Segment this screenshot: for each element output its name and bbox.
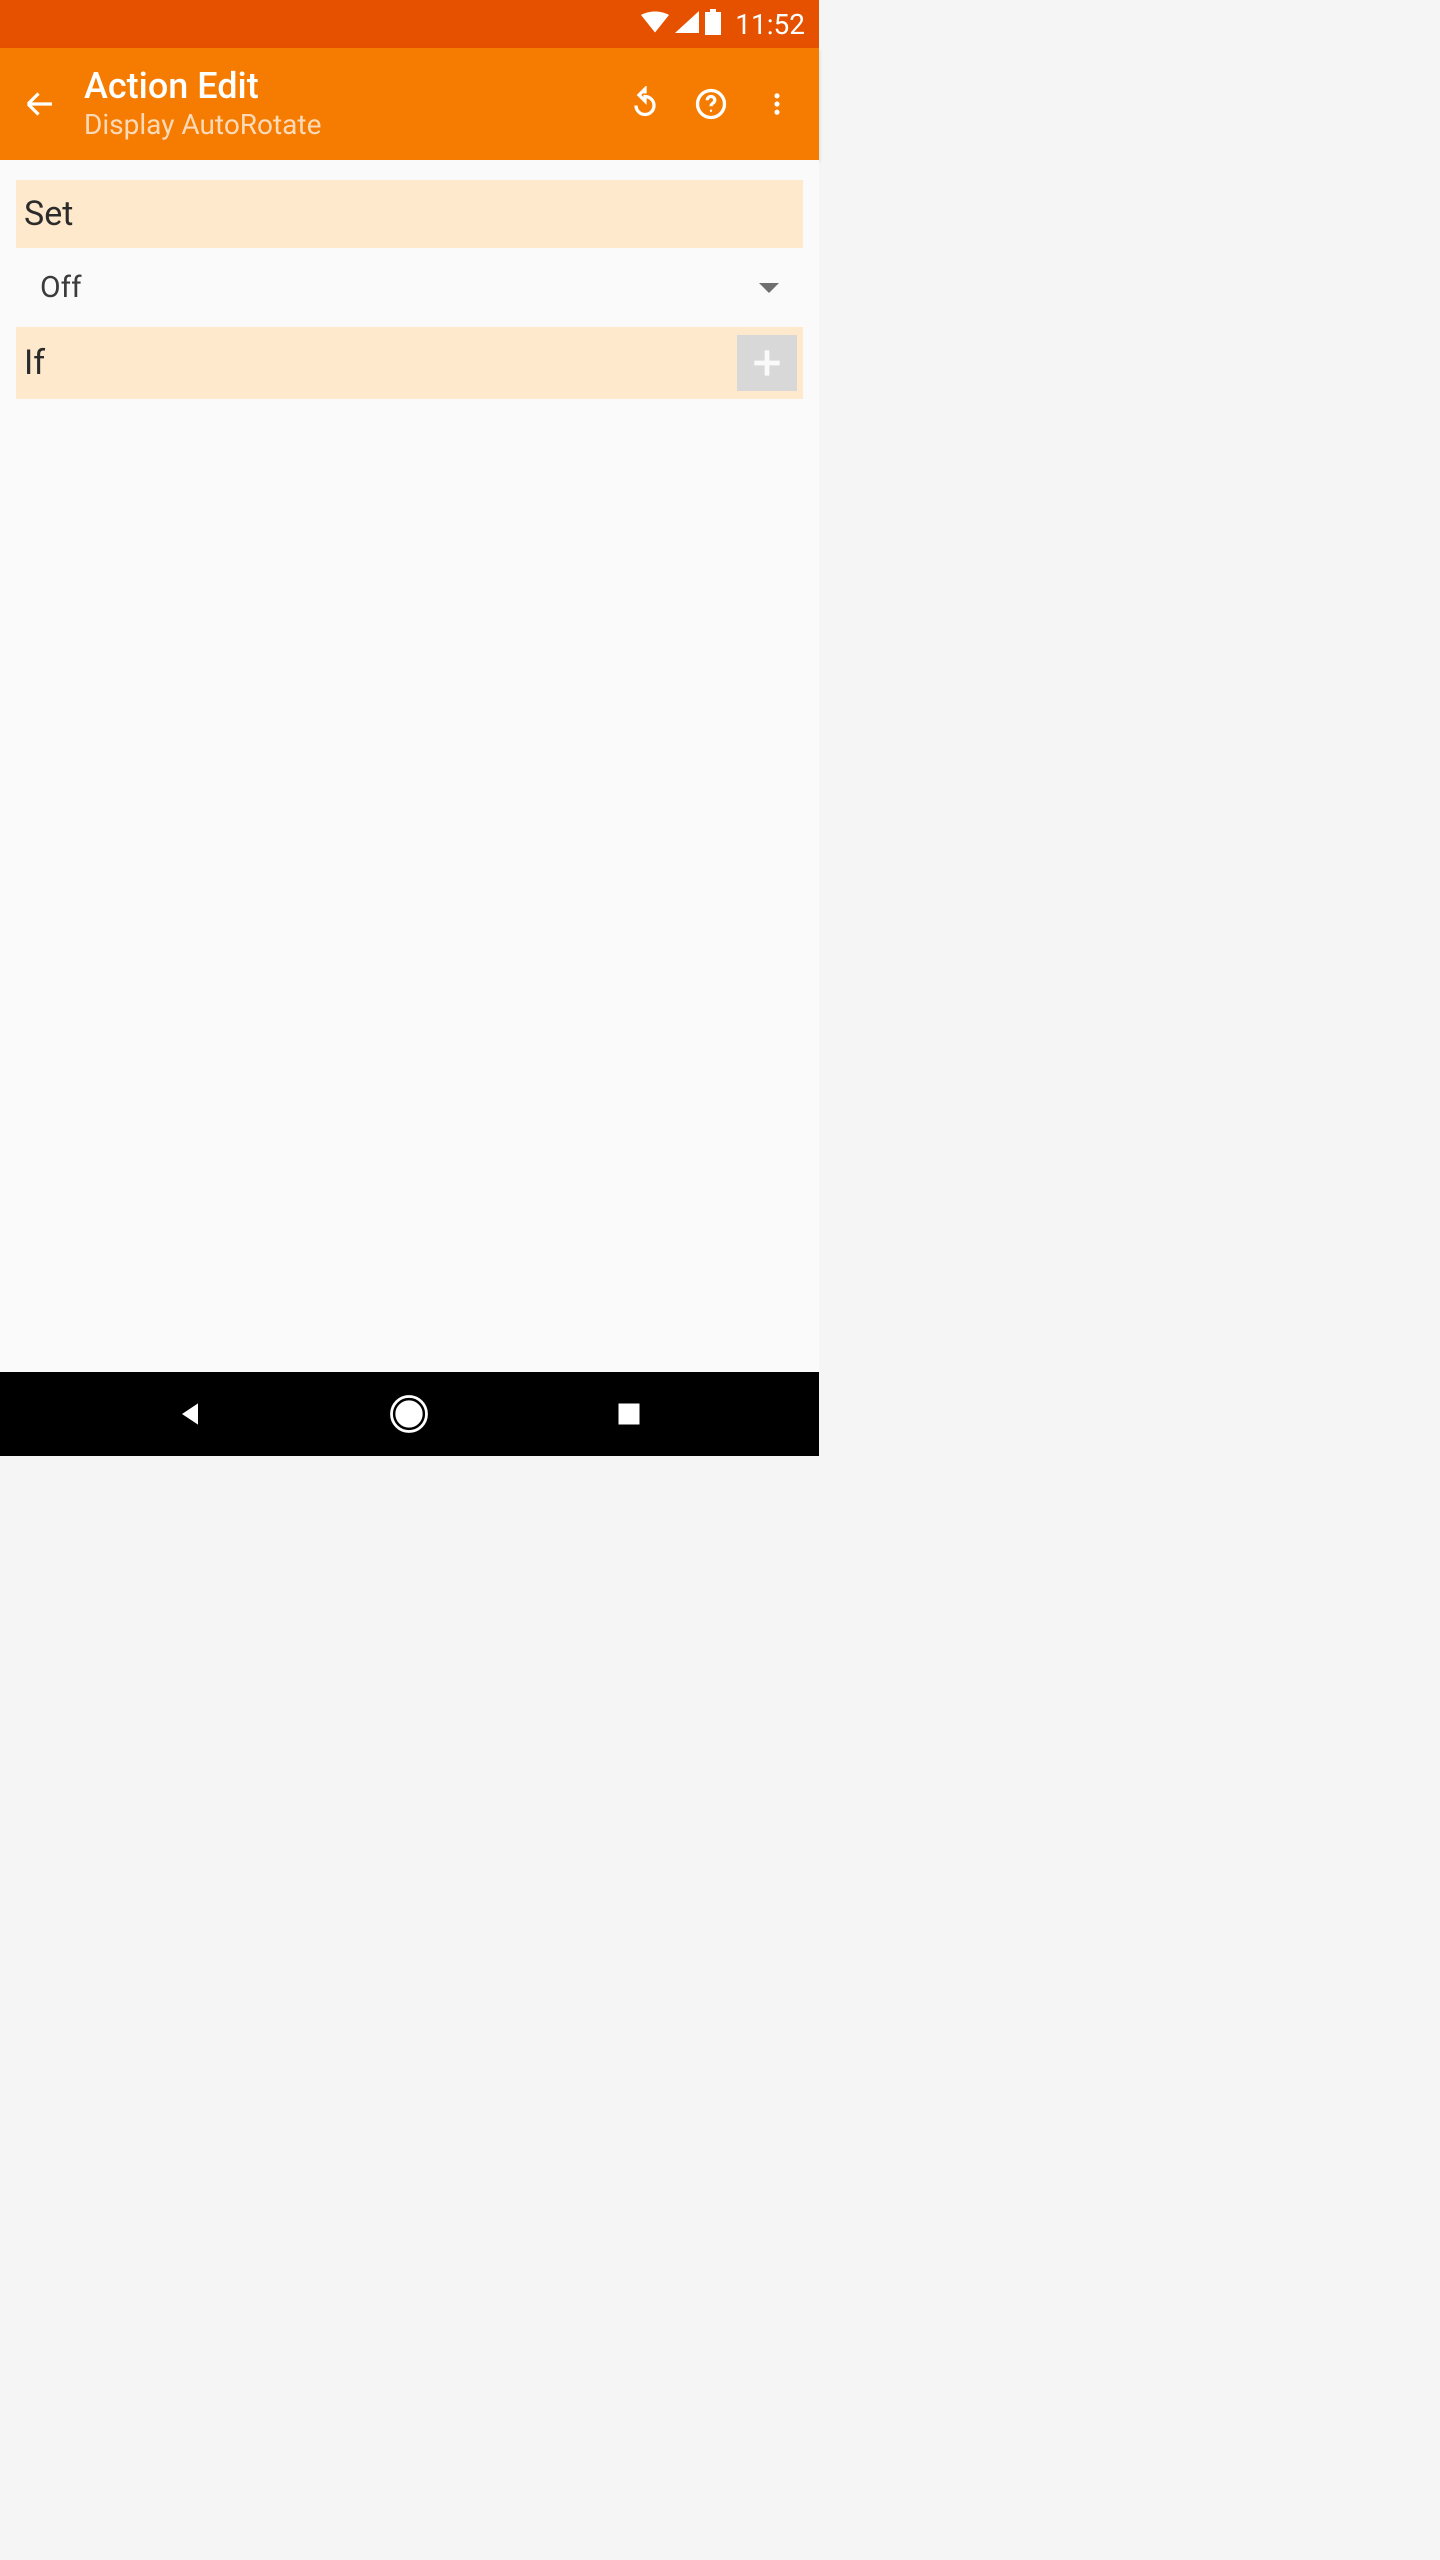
section-set-label: Set [24,194,73,234]
content-area: Set Off If [0,160,819,1372]
status-bar: 11:52 [0,0,819,48]
chevron-down-icon [759,283,779,293]
section-if-label: If [24,343,45,383]
add-condition-button[interactable] [737,335,797,391]
appbar-title: Action Edit [84,67,623,107]
set-dropdown[interactable]: Off [16,248,803,327]
nav-home-button[interactable] [369,1374,449,1454]
help-button[interactable] [689,82,733,126]
navigation-bar [0,1372,819,1456]
back-button[interactable] [16,80,64,128]
undo-button[interactable] [623,82,667,126]
appbar-subtitle: Display AutoRotate [84,108,623,141]
battery-icon [705,9,721,39]
app-bar: Action Edit Display AutoRotate [0,48,819,160]
wifi-icon [641,11,669,37]
section-header-set: Set [16,180,803,248]
nav-recent-button[interactable] [589,1374,669,1454]
nav-back-button[interactable] [150,1374,230,1454]
overflow-menu-button[interactable] [755,82,799,126]
cellular-icon [675,11,699,37]
appbar-actions [623,82,803,126]
clock-time: 11:52 [735,8,805,41]
appbar-titles: Action Edit Display AutoRotate [84,67,623,142]
set-dropdown-value: Off [40,270,82,305]
section-header-if: If [16,327,803,399]
